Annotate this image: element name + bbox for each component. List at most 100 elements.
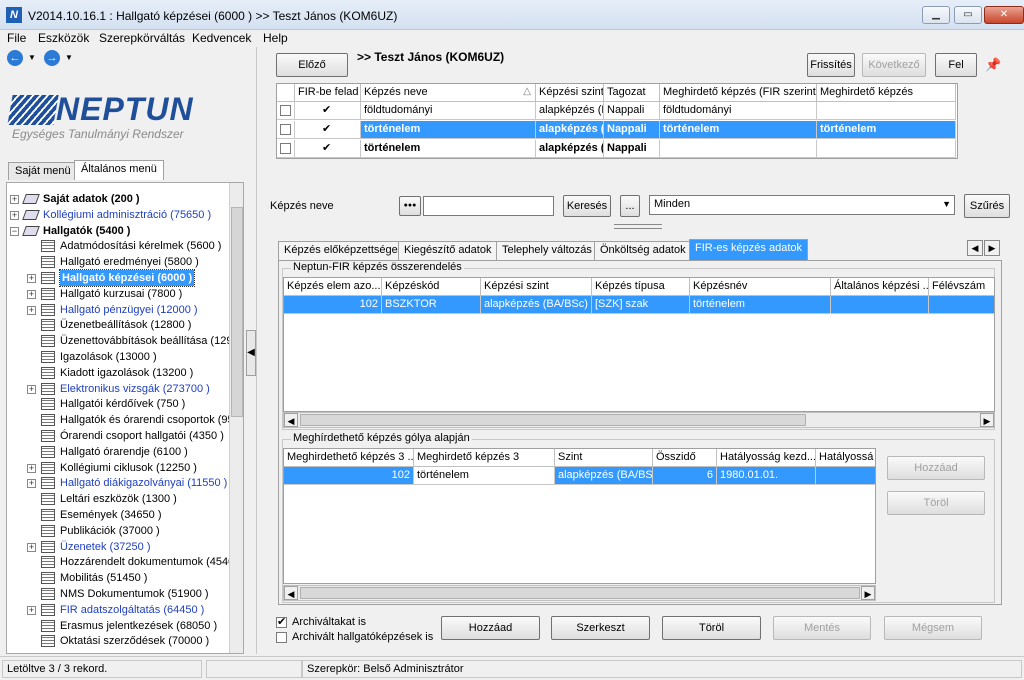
column-header[interactable]: Képzéskód (382, 278, 481, 296)
tree-item[interactable]: + Hallgató pénzügyei (12000 ) (7, 302, 231, 318)
expand-icon[interactable]: + (27, 463, 36, 473)
column-header[interactable]: Képzési szint (481, 278, 592, 296)
refresh-button[interactable]: Frissítés (807, 53, 855, 77)
tree-item[interactable]: + Elektronikus vizsgák (273700 ) (7, 381, 231, 397)
tree-item[interactable]: + Saját adatok (200 ) (7, 191, 231, 207)
previous-button[interactable]: Előző (276, 53, 348, 77)
tab-general-menu[interactable]: Általános menü (74, 160, 164, 180)
expand-icon[interactable]: + (27, 289, 36, 299)
table-cell[interactable] (277, 121, 295, 139)
expand-icon[interactable]: + (10, 195, 19, 204)
table-cell[interactable]: történelem (690, 296, 831, 314)
scroll-right-icon[interactable]: ▶ (861, 586, 875, 600)
column-header[interactable]: Általános képzési ... (831, 278, 929, 296)
table-cell[interactable]: alapképzés (BA/BSc (555, 467, 653, 485)
table-cell[interactable]: ✔ (295, 121, 361, 139)
scroll-right-icon[interactable]: ▶ (980, 413, 994, 427)
table-cell[interactable]: 102 (284, 296, 382, 314)
column-header[interactable]: Hatályossá (816, 449, 875, 467)
column-header[interactable]: Képzési szint (536, 84, 604, 102)
table-cell[interactable] (816, 467, 875, 485)
tree-item[interactable]: Események (34650 ) (7, 507, 231, 523)
tab-tuition-data[interactable]: Önköltség adatok (594, 241, 692, 260)
table-cell[interactable]: [SZK] szak (592, 296, 690, 314)
tab-site-change[interactable]: Telephely változás (496, 241, 598, 260)
column-header[interactable]: Hatályosság kezd... (717, 449, 816, 467)
table-cell[interactable]: 1980.01.01. (717, 467, 816, 485)
tree-item[interactable]: Kiadott igazolások (13200 ) (7, 365, 231, 381)
search-input[interactable] (423, 196, 554, 216)
archived-checkbox[interactable]: ✔ (276, 617, 287, 628)
tree-item[interactable]: + Hallgató képzései (6000 ) (7, 269, 231, 287)
tree-item[interactable]: Mobilitás (51450 ) (7, 570, 231, 586)
tree-item[interactable]: Publikációk (37000 ) (7, 523, 231, 539)
sort-icon[interactable]: △ (523, 86, 531, 97)
options-dots-button[interactable]: ●●● (399, 196, 421, 216)
row-select-checkbox[interactable] (280, 105, 291, 116)
table-cell[interactable]: BSZKTOR (382, 296, 481, 314)
column-header[interactable]: Tagozat (604, 84, 660, 102)
fir-checkbox[interactable]: ✔ (322, 105, 333, 116)
table-cell[interactable]: 102 (284, 467, 414, 485)
back-arrow-icon[interactable]: ← (7, 50, 23, 66)
tree-item[interactable]: + Hallgató kurzusai (7800 ) (7, 286, 231, 302)
close-button[interactable]: ✕ (984, 6, 1024, 24)
expand-icon[interactable]: + (27, 605, 36, 615)
table-cell[interactable]: alapképzés (BA/BSc) (481, 296, 592, 314)
tree-item[interactable]: + Hallgató diákigazolványai (11550 ) (7, 475, 231, 491)
archived-students-checkbox[interactable] (276, 632, 287, 643)
expand-icon[interactable]: + (27, 479, 36, 489)
expand-icon[interactable]: + (10, 210, 19, 220)
table-cell[interactable]: ✔ (295, 102, 361, 120)
chevron-down-icon[interactable]: ▼ (942, 199, 951, 209)
column-header[interactable]: Összidő (653, 449, 717, 467)
table-cell[interactable] (929, 296, 994, 314)
tree-item[interactable]: NMS Dokumentumok (51900 ) (7, 586, 231, 602)
tree-item[interactable]: Adatmódosítási kérelmek (5600 ) (7, 238, 231, 254)
ellipsis-button[interactable]: ... (620, 195, 640, 217)
scroll-left-icon[interactable]: ◀ (284, 586, 298, 600)
delete-button[interactable]: Töröl (662, 616, 761, 640)
tab-supplementary-data[interactable]: Kiegészítő adatok (398, 241, 498, 260)
menu-role-switch[interactable]: Szerepkörváltás (99, 31, 185, 45)
table-cell[interactable]: ✔ (295, 140, 361, 158)
column-header[interactable] (277, 84, 295, 102)
freshman-program-hscroll[interactable]: ◀ ▶ (283, 585, 876, 601)
forward-arrow-icon[interactable]: → (44, 50, 60, 66)
tree-scrollbar[interactable] (229, 183, 243, 653)
expand-icon[interactable]: + (27, 384, 36, 394)
tree-item[interactable]: Oktatási szerződések (70000 ) (7, 633, 231, 649)
expand-icon[interactable]: + (27, 274, 36, 283)
scroll-left-icon[interactable]: ◀ (284, 413, 298, 427)
tree-item[interactable]: + Kollégiumi adminisztráció (75650 ) (7, 207, 231, 223)
column-header[interactable]: Meghirdető képzés 3 (414, 449, 555, 467)
next-button[interactable]: Következő (862, 53, 926, 77)
tree-item[interactable]: − Hallgatók (5400 ) (7, 223, 231, 239)
column-header[interactable]: Meghirdető képzés (FIR szerint) (660, 84, 817, 102)
table-cell[interactable] (277, 102, 295, 120)
tree-item[interactable]: Üzenettovábbítások beállítása (12900 (7, 333, 243, 349)
tab-scroll-right-icon[interactable]: ▶ (984, 240, 1000, 256)
tree-item[interactable]: + Kollégiumi ciklusok (12250 ) (7, 460, 231, 476)
column-header[interactable]: FIR-be felad (295, 84, 361, 102)
tree-item[interactable]: Órarendi csoport hallgatói (4350 ) (7, 428, 231, 444)
fir-assignment-hscroll-thumb[interactable] (300, 414, 806, 426)
minimize-button[interactable]: ▁ (922, 6, 950, 24)
tab-own-menu[interactable]: Saját menü (8, 162, 78, 180)
column-header[interactable]: Képzés típusa (592, 278, 690, 296)
column-header[interactable]: Képzés neve △ (361, 84, 536, 102)
tree-item[interactable]: Leltári eszközök (1300 ) (7, 491, 231, 507)
edit-button[interactable]: Szerkeszt (551, 616, 650, 640)
column-header[interactable]: Félévszám (929, 278, 994, 296)
collapse-icon[interactable]: − (10, 226, 19, 236)
search-button[interactable]: Keresés (563, 195, 611, 217)
splitter-grip-icon[interactable] (614, 224, 662, 229)
menu-file[interactable]: File (7, 31, 26, 45)
tree-scrollbar-thumb[interactable] (231, 207, 243, 417)
row-select-checkbox[interactable] (280, 143, 291, 154)
cancel-button[interactable]: Mégsem (884, 616, 982, 640)
row-select-checkbox[interactable] (280, 124, 291, 135)
tab-prior-education[interactable]: Képzés előképzettsége (278, 241, 404, 260)
tree-item[interactable]: Hallgatók és órarendi csoportok (95 (7, 412, 234, 428)
column-header[interactable]: Képzés elem azo... (284, 278, 382, 296)
